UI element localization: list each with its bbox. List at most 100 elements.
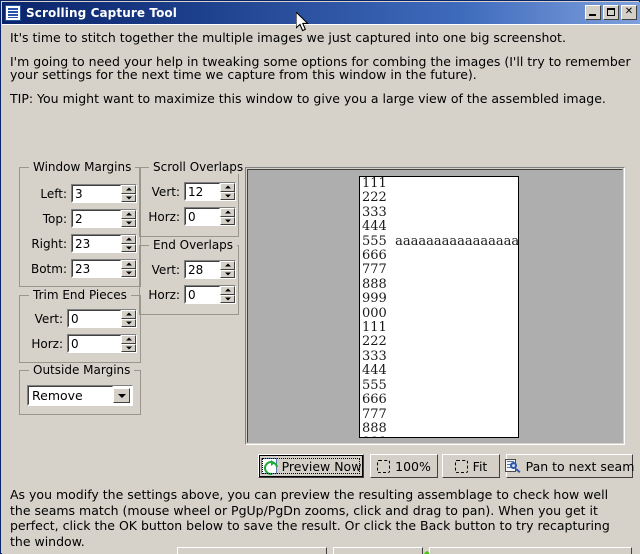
label-vert: Vert:	[151, 262, 180, 277]
label-vert: Vert:	[34, 311, 63, 326]
field-window-margin-left: Left: 3	[25, 184, 137, 203]
field-window-margin-top: Top: 2	[25, 209, 137, 228]
client-area: It's time to stitch together the multipl…	[2, 24, 640, 554]
spinner-buttons	[220, 286, 235, 303]
assembled-image-line: 333	[362, 348, 387, 364]
group-outside-margins: Outside Margins Remove	[19, 363, 141, 415]
close-icon: ✕	[624, 6, 634, 17]
assembled-image-line: 999	[362, 435, 518, 437]
window-frame: Scrolling Capture Tool ✕ It's time to st…	[0, 0, 640, 554]
spinner-scroll-vert[interactable]: 12	[184, 182, 236, 201]
assembled-image-line: 222	[362, 334, 387, 350]
spinner-down-icon[interactable]	[220, 216, 235, 225]
assembled-image-text: 111 222 333 444 555 aaaaaaaaaaaaaaaa 666 777 88…	[362, 177, 518, 437]
spinner-down-icon[interactable]	[220, 294, 235, 303]
spinner-trim-vert[interactable]: 0	[67, 309, 137, 328]
spinner-up-icon[interactable]	[121, 260, 136, 269]
zoom-100-label: 100%	[395, 458, 431, 474]
bottom-help-text: As you modify the settings above, you ca…	[10, 487, 610, 549]
dropdown-selected-value: Remove	[28, 386, 113, 405]
spinner-up-icon[interactable]	[220, 261, 235, 270]
assembled-image-line: 111	[362, 320, 387, 336]
spinner-end-horz[interactable]: 0	[184, 285, 236, 304]
group-scroll-overlaps-title: Scroll Overlaps	[149, 160, 248, 174]
intro-paragraph-2: I'm going to need your help in tweaking …	[10, 54, 631, 83]
group-end-overlaps: End Overlaps Vert: 28 Horz: 0	[139, 238, 239, 315]
assembled-image-line: 666	[362, 248, 387, 264]
spinner-value[interactable]: 23	[72, 260, 121, 277]
spinner-up-icon[interactable]	[121, 210, 136, 219]
spinner-up-icon[interactable]	[121, 235, 136, 244]
spinner-value[interactable]: 0	[185, 286, 220, 303]
spinner-value[interactable]: 0	[68, 310, 121, 327]
spinner-window-margin-left[interactable]: 3	[71, 184, 137, 203]
spinner-down-icon[interactable]	[121, 268, 136, 277]
pan-to-next-seam-button[interactable]: Pan to next seam	[504, 454, 635, 478]
spinner-window-margin-bottom[interactable]: 23	[71, 259, 137, 278]
spinner-buttons	[121, 185, 136, 202]
back-to-previous-step-button[interactable]: Back to Previous Step	[177, 547, 331, 554]
spinner-down-icon[interactable]	[121, 318, 136, 327]
title-bar[interactable]: Scrolling Capture Tool ✕	[2, 2, 640, 24]
spinner-buttons	[220, 261, 235, 278]
spinner-value[interactable]: 0	[185, 208, 220, 225]
group-window-margins-title: Window Margins	[29, 160, 136, 174]
spinner-buttons	[121, 335, 136, 352]
intro-text: It's time to stitch together the multipl…	[10, 31, 632, 106]
spinner-down-icon[interactable]	[220, 191, 235, 200]
label-horz: Horz:	[31, 336, 63, 351]
spinner-up-icon[interactable]	[220, 286, 235, 295]
field-trim-vert: Vert: 0	[25, 309, 137, 328]
ok-start-assembling-button[interactable]: Ok, start assembling the images!	[429, 547, 640, 554]
spinner-trim-horz[interactable]: 0	[67, 334, 137, 353]
spinner-value[interactable]: 12	[185, 183, 220, 200]
minimize-button[interactable]	[585, 5, 601, 20]
field-scroll-vert: Vert: 12	[144, 182, 236, 201]
spinner-up-icon[interactable]	[220, 208, 235, 217]
spinner-down-icon[interactable]	[121, 343, 136, 352]
spinner-value[interactable]: 23	[72, 235, 121, 252]
preview-canvas[interactable]: 111 222 333 444 555 aaaaaaaaaaaaaaaa 666 777 88…	[247, 169, 623, 443]
spinner-buttons	[121, 310, 136, 327]
spinner-buttons	[121, 210, 136, 227]
zoom-100-button[interactable]: 100%	[370, 454, 438, 478]
label-right: Right:	[31, 236, 67, 251]
cancel-button[interactable]: Cancel	[333, 547, 423, 554]
preview-pane[interactable]: 111 222 333 444 555 aaaaaaaaaaaaaaaa 666 777 88…	[245, 167, 625, 445]
marquee-icon	[454, 459, 468, 473]
label-horz: Horz:	[148, 287, 180, 302]
spinner-end-vert[interactable]: 28	[184, 260, 236, 279]
spinner-up-icon[interactable]	[121, 335, 136, 344]
dropdown-outside-margins[interactable]: Remove	[27, 385, 133, 406]
assembled-image-line: 777	[362, 406, 387, 422]
zoom-fit-button[interactable]: Fit	[442, 454, 500, 478]
spinner-value[interactable]: 2	[72, 210, 121, 227]
spinner-value[interactable]: 28	[185, 261, 220, 278]
field-end-vert: Vert: 28	[144, 260, 236, 279]
spinner-up-icon[interactable]	[220, 183, 235, 192]
spinner-value[interactable]: 0	[68, 335, 121, 352]
maximize-button[interactable]	[603, 5, 619, 20]
spinner-window-margin-top[interactable]: 2	[71, 209, 137, 228]
close-button[interactable]: ✕	[621, 5, 637, 20]
spinner-up-icon[interactable]	[121, 310, 136, 319]
chevron-down-icon[interactable]	[113, 388, 130, 403]
spinner-value[interactable]: 3	[72, 185, 121, 202]
spinner-scroll-horz[interactable]: 0	[184, 207, 236, 226]
assembled-image-page: 111 222 333 444 555 aaaaaaaaaaaaaaaa 666 777 88…	[359, 176, 519, 438]
magnifier-page-icon	[504, 458, 521, 474]
pan-to-next-seam-label: Pan to next seam	[525, 458, 635, 474]
assembled-image-line: 888	[362, 420, 387, 436]
preview-now-button[interactable]: Preview Now	[258, 454, 364, 478]
spinner-down-icon[interactable]	[121, 193, 136, 202]
assembled-image-line: 999	[362, 291, 387, 307]
preview-now-label: Preview Now	[281, 458, 362, 474]
spinner-down-icon[interactable]	[121, 218, 136, 227]
spinner-down-icon[interactable]	[121, 243, 136, 252]
field-window-margin-right: Right: 23	[25, 234, 137, 253]
spinner-down-icon[interactable]	[220, 269, 235, 278]
spinner-window-margin-right[interactable]: 23	[71, 234, 137, 253]
group-window-margins: Window Margins Left: 3 Top: 2 Right: 23 …	[19, 160, 141, 287]
spinner-buttons	[220, 183, 235, 200]
spinner-up-icon[interactable]	[121, 185, 136, 194]
